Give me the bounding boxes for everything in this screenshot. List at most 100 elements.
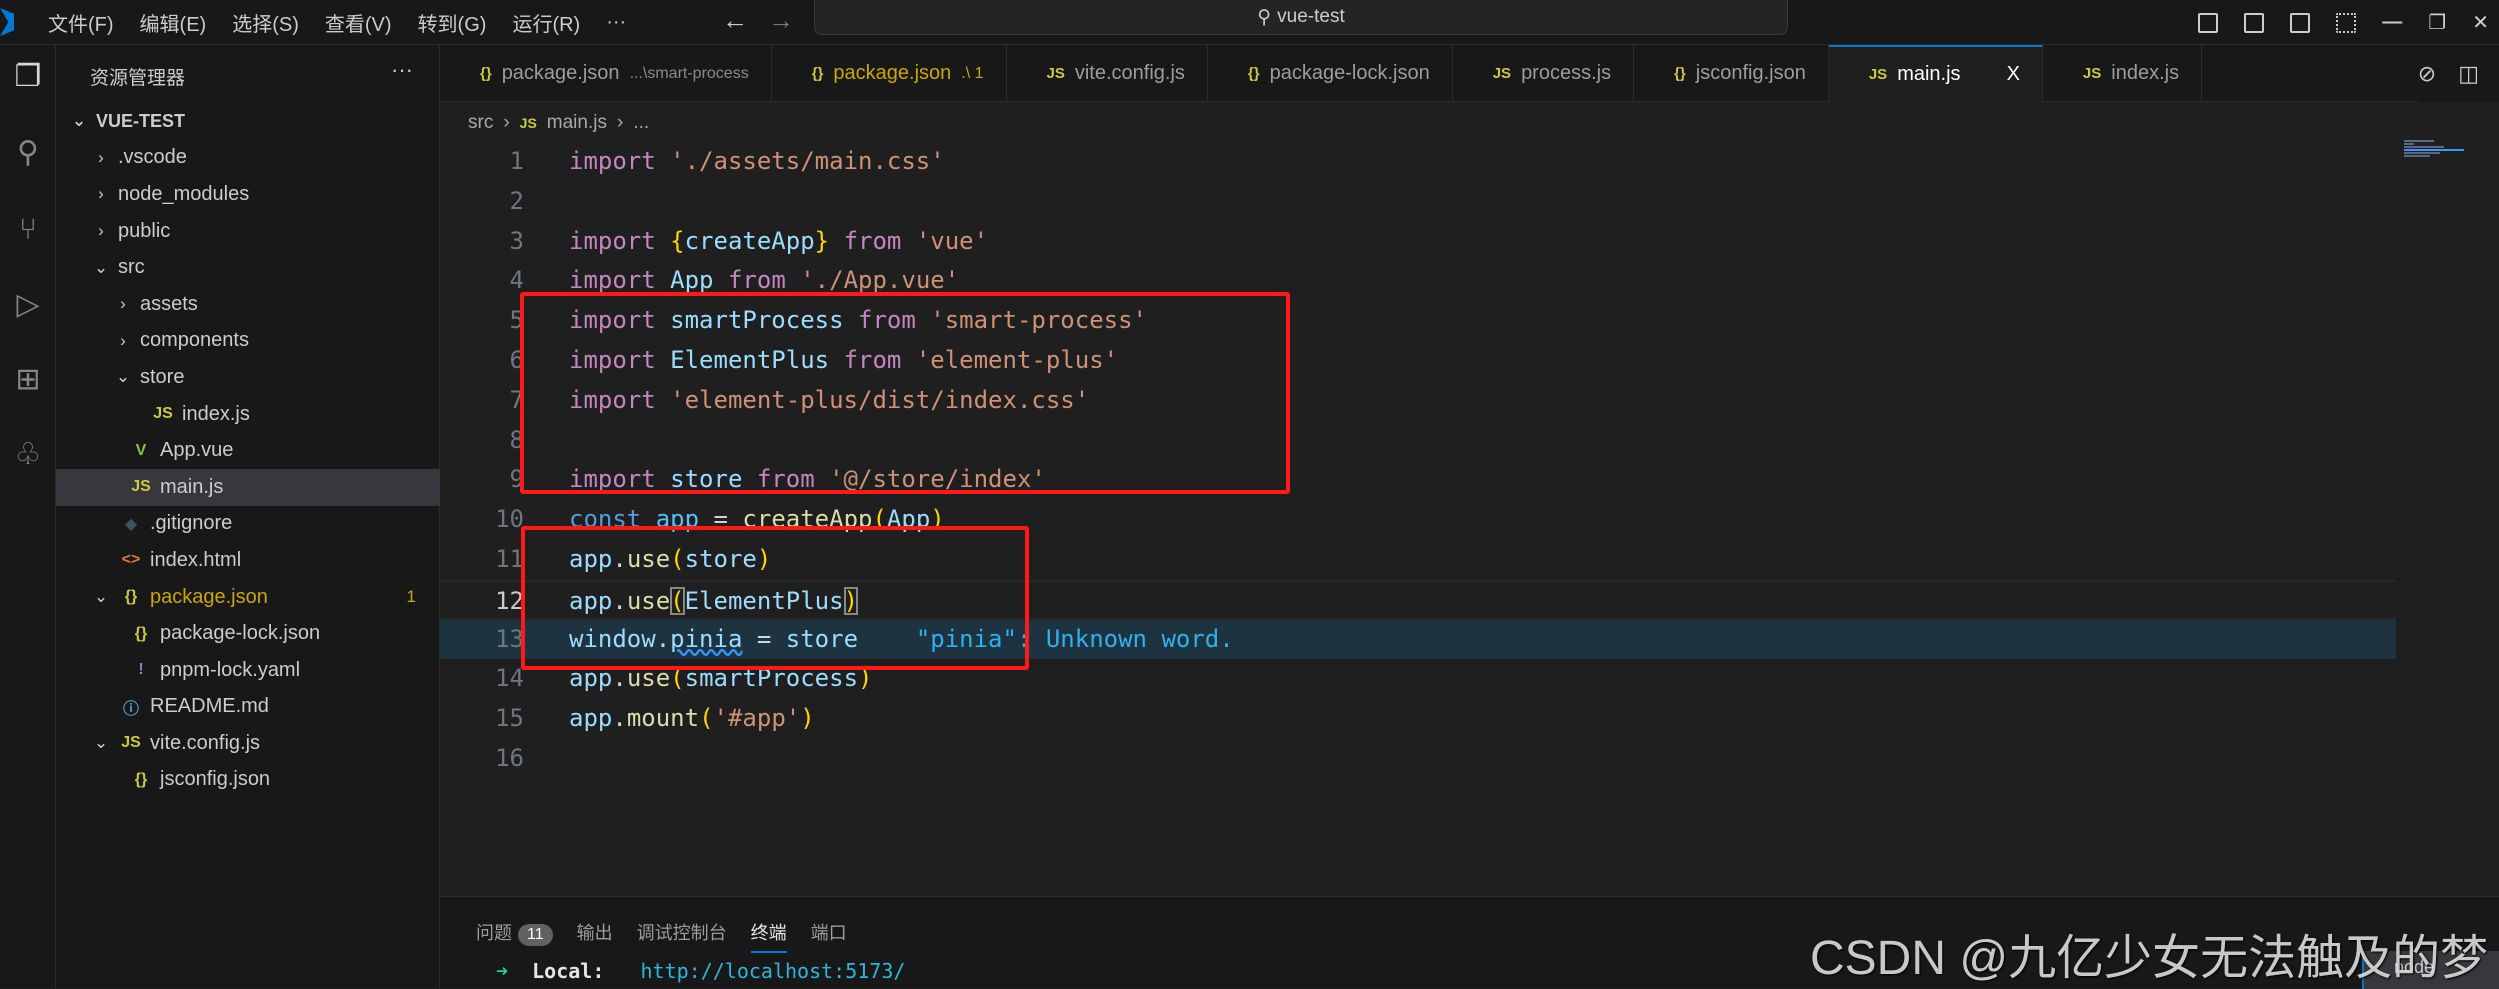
more-actions-button[interactable]: ···	[391, 57, 413, 83]
menu-item[interactable]: 编辑(E)	[140, 8, 207, 37]
code-token: './App.vue'	[800, 266, 960, 295]
explorer-sidebar: 资源管理器 ··· ⌄ VUE-TEST › .vscode › node_modules…	[56, 45, 440, 988]
tree-item[interactable]: ⌄ JS vite.config.js	[56, 725, 440, 762]
chevron-down-icon: ⌄	[71, 111, 87, 131]
tree-item[interactable]: V App.vue	[56, 432, 440, 469]
tab-jsconfig-json[interactable]: {} jsconfig.json	[1634, 45, 1829, 102]
tree-item-label: App.vue	[160, 439, 234, 462]
csdn-watermark: CSDN @九亿少女无法触及的梦	[1810, 932, 2489, 985]
code-token: import	[569, 226, 656, 255]
tree-item[interactable]: › assets	[56, 286, 440, 323]
code-line[interactable]: 3 import {createApp} from 'vue'	[440, 222, 2396, 262]
chevron-down-icon: ⌄	[115, 367, 131, 387]
code-line[interactable]: 15 app.mount('#app')	[440, 699, 2396, 739]
split-editor-icon[interactable]: ◫	[2458, 61, 2479, 87]
customize-layout-icon[interactable]	[2336, 12, 2357, 33]
code-token: .	[612, 704, 627, 733]
tab-package-lock-json[interactable]: {} package-lock.json	[1208, 45, 1453, 102]
close-icon[interactable]: X	[2007, 63, 2020, 86]
tree-item-label: pnpm-lock.yaml	[160, 658, 301, 681]
tree-item-label: main.js	[160, 475, 224, 498]
tree-item-label: jsconfig.json	[160, 768, 271, 791]
panel-tab[interactable]: 调试控制台	[637, 919, 727, 945]
panel-tab-label: 端口	[810, 923, 847, 943]
command-center-search[interactable]: ⚲ vue-test	[814, 0, 1788, 35]
tree-item[interactable]: › .vscode	[56, 140, 440, 177]
close-window-button[interactable]: ✕	[2472, 10, 2489, 35]
panel-tab[interactable]: 问题 11	[476, 919, 553, 946]
toggle-secondary-sidebar-icon[interactable]	[2290, 12, 2311, 33]
panel-tab[interactable]: 终端	[750, 919, 787, 953]
problem-count-badge: 1	[406, 587, 416, 607]
tab-package-json[interactable]: {} package.json ...\smart-process	[440, 45, 772, 102]
run-debug-icon[interactable]: ▷	[8, 285, 48, 325]
breadcrumb-symbols[interactable]: ...	[633, 112, 649, 134]
minimize-button[interactable]: —	[2382, 11, 2402, 34]
panel-tab[interactable]: 输出	[577, 919, 613, 945]
breadcrumb-folder[interactable]: src	[468, 112, 493, 134]
panel-tab[interactable]: 端口	[811, 919, 847, 945]
toggle-preview-icon[interactable]: ⊘	[2418, 61, 2436, 87]
tree-item[interactable]: ⌄ VUE-TEST	[56, 103, 440, 140]
tab-label: process.js	[1521, 62, 1612, 84]
line-number: 7	[509, 385, 524, 414]
tree-item[interactable]: › public	[56, 213, 440, 250]
breadcrumb-file[interactable]: main.js	[547, 112, 607, 134]
code-line[interactable]: 2	[440, 182, 2396, 222]
tree-item[interactable]: JS index.js	[56, 396, 440, 433]
tree-item[interactable]: JS main.js	[56, 468, 440, 506]
editor-tabs: {} package.json ...\smart-process {} package…	[440, 45, 2499, 102]
tree-item[interactable]: ⌄ store	[56, 359, 440, 396]
menu-item[interactable]: 转到(G)	[418, 8, 487, 37]
source-control-icon[interactable]: ⑂	[8, 210, 48, 250]
menu-bar: 文件(F) 编辑(E) 选择(S) 查看(V) 转到(G) 运行(R) ···	[48, 0, 626, 45]
tree-item[interactable]: ⌄ src	[56, 249, 440, 286]
menu-item[interactable]: ···	[606, 11, 626, 34]
local-url-link[interactable]: http://localhost:5173/	[641, 959, 906, 983]
tab-vite-config-js[interactable]: JS vite.config.js	[1007, 45, 1208, 102]
panel-tab-label: 调试控制台	[636, 923, 727, 943]
code-token: './assets/main.css'	[670, 147, 945, 175]
menu-item[interactable]: 文件(F)	[48, 8, 114, 37]
restore-button[interactable]: ❐	[2428, 10, 2446, 35]
tab-label: package-lock.json	[1269, 62, 1430, 84]
tree-item[interactable]: › node_modules	[56, 176, 440, 213]
tree-item[interactable]: ! pnpm-lock.yaml	[56, 652, 440, 689]
file-type-icon: {}	[134, 624, 148, 642]
explorer-icon[interactable]: ❐	[8, 57, 48, 97]
code-line[interactable]: 1 import './assets/main.css'	[440, 142, 2396, 182]
tree-item[interactable]: › components	[56, 323, 440, 360]
chevron-down-icon: ⌄	[93, 733, 109, 753]
tree-item[interactable]: ◆ .gitignore	[56, 506, 440, 543]
code-line[interactable]: 16	[440, 739, 2396, 779]
menu-item[interactable]: 运行(R)	[512, 8, 580, 37]
menu-item[interactable]: 选择(S)	[232, 8, 299, 37]
panel-tab-label: 问题	[476, 922, 512, 943]
toggle-panel-icon[interactable]	[2244, 12, 2265, 33]
tab-package-json[interactable]: {} package.json .\ 1	[772, 45, 1007, 102]
extensions-icon[interactable]: ⊞	[8, 360, 48, 400]
tree-item[interactable]: {} jsconfig.json	[56, 762, 440, 799]
back-button[interactable]: ←	[722, 5, 748, 35]
menu-item[interactable]: 查看(V)	[325, 8, 392, 37]
forward-button[interactable]: →	[768, 5, 794, 35]
chevron-right-icon: ›	[98, 221, 104, 241]
tab-process-js[interactable]: JS process.js	[1453, 45, 1635, 102]
tree-item[interactable]: <> index.html	[56, 542, 440, 579]
code-token: createApp	[684, 226, 815, 255]
file-type-icon: {}	[134, 770, 148, 788]
search-icon[interactable]: ⚲	[8, 133, 48, 173]
tree-item-label: VUE-TEST	[96, 110, 186, 131]
terminal-output[interactable]: ➜ Local: http://localhost:5173/	[496, 959, 905, 983]
minimap[interactable]	[2404, 140, 2494, 170]
tab-main-js[interactable]: JS main.js X	[1828, 45, 2043, 102]
json-file-icon: {}	[480, 65, 492, 82]
testing-icon[interactable]: ♧	[8, 435, 48, 475]
tab-index-js[interactable]: JS index.js	[2043, 45, 2203, 102]
tree-item[interactable]: {} package-lock.json	[56, 615, 440, 652]
toggle-sidebar-icon[interactable]	[2198, 12, 2219, 33]
tree-item[interactable]: ⌄ {} package.json 1	[56, 579, 440, 616]
tree-item[interactable]: ⓘ README.md	[56, 689, 440, 726]
tab-label: index.js	[2111, 62, 2180, 84]
